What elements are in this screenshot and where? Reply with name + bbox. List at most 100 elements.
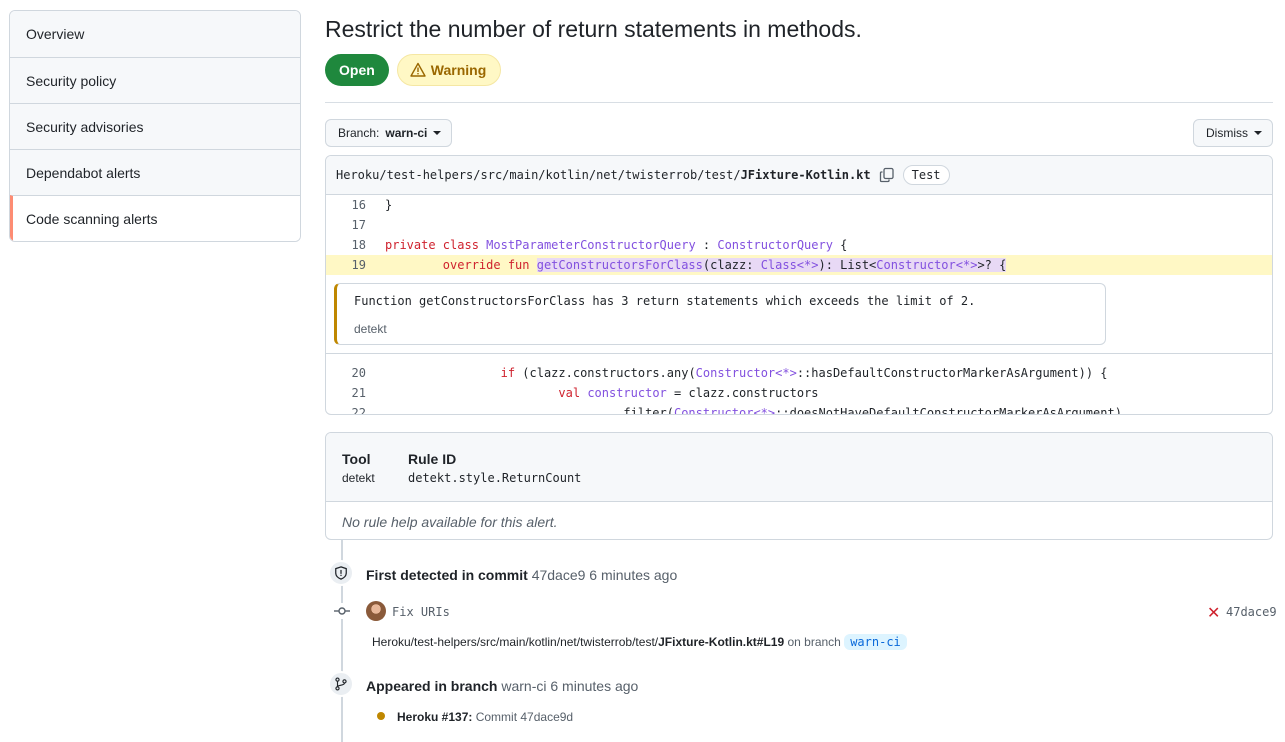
dismiss-button[interactable]: Dismiss	[1193, 119, 1273, 147]
branch-value: warn-ci	[385, 126, 428, 140]
line-source: if (clazz.constructors.any(Constructor<*…	[366, 366, 1108, 380]
code-text: >? {	[977, 258, 1007, 272]
sidebar-item-security-policy[interactable]: Security policy	[10, 57, 300, 103]
line-number: 16	[351, 198, 366, 212]
sidebar-item-code-scanning-alerts[interactable]: Code scanning alerts	[10, 195, 300, 241]
line-number: 17	[351, 218, 366, 232]
location-file[interactable]: JFixture-Kotlin.kt#L19	[658, 635, 784, 649]
branch-prefix: Branch:	[338, 126, 380, 140]
tool-value: detekt	[342, 471, 375, 485]
sidebar-item-dependabot-alerts[interactable]: Dependabot alerts	[10, 149, 300, 195]
status-dot-icon	[377, 712, 385, 720]
status-badge: Open	[325, 54, 389, 86]
ci-run: Heroku #137: Commit 47dace9d	[397, 710, 573, 724]
rule-id-value: detekt.style.ReturnCount	[408, 471, 582, 485]
type-name: Constructor<*>	[673, 406, 776, 415]
line-source: private class MostParameterConstructorQu…	[366, 238, 847, 252]
git-commit-icon	[334, 603, 350, 619]
alert-message-wrap: Function getConstructorsForClass has 3 r…	[326, 275, 1272, 354]
first-detected-detail[interactable]: 47dace9 6 minutes ago	[532, 567, 678, 583]
x-icon: ✕	[1207, 605, 1221, 622]
file-path-dir: Heroku/test-helpers/src/main/kotlin/net/…	[336, 168, 741, 182]
sidebar-item-label: Security policy	[26, 72, 117, 89]
variable-name: constructor	[587, 386, 667, 400]
page-title: Restrict the number of return statements…	[325, 16, 862, 42]
file-path[interactable]: Heroku/test-helpers/src/main/kotlin/net/…	[336, 168, 871, 182]
sidebar: Overview Security policy Security adviso…	[9, 10, 301, 242]
code-text: (clazz.constructors.any(	[515, 366, 696, 380]
line-number: 18	[351, 238, 366, 252]
commit-sha[interactable]: 47dace9	[1226, 605, 1277, 619]
keyword: val	[558, 386, 581, 400]
first-detected-event: First detected in commit 47dace9 6 minut…	[366, 567, 677, 583]
type-name: Class<*>	[760, 258, 819, 272]
code-text: :	[695, 238, 718, 252]
keyword: if	[500, 366, 516, 380]
code-line: 21 val constructor = clazz.constructors	[326, 383, 1272, 403]
ci-run-name[interactable]: Heroku #137:	[397, 710, 472, 724]
line-source: val constructor = clazz.constructors	[366, 386, 819, 400]
chevron-down-icon	[1254, 131, 1262, 135]
line-number: 20	[351, 366, 366, 380]
commit-message[interactable]: Fix URIs	[392, 605, 450, 619]
line-number: 22	[351, 406, 366, 415]
code-line: 18 private class MostParameterConstructor…	[326, 235, 1272, 255]
code-line: 22 .filter(Constructor<*>::doesNotHaveDe…	[326, 403, 1272, 415]
file-name: JFixture-Kotlin.kt	[740, 168, 871, 182]
keyword: override fun	[442, 258, 537, 272]
ci-run-commit: Commit 47dace9d	[475, 710, 574, 724]
appeared-in-branch-event: Appeared in branch warn-ci 6 minutes ago	[366, 678, 638, 694]
line-source: override fun getConstructorsForClass(cla…	[366, 258, 1007, 272]
on-branch-label: on branch	[787, 635, 841, 649]
sidebar-item-label: Code scanning alerts	[26, 210, 158, 227]
code-text: ::hasDefaultConstructorMarkerAsArgument)…	[796, 366, 1108, 380]
type-name: Constructor<*>	[695, 366, 797, 380]
function-name: getConstructorsForClass	[536, 258, 703, 272]
file-header: Heroku/test-helpers/src/main/kotlin/net/…	[326, 156, 1272, 195]
sidebar-item-label: Overview	[26, 26, 85, 42]
sidebar-item-overview[interactable]: Overview	[10, 11, 300, 57]
sidebar-item-security-advisories[interactable]: Security advisories	[10, 103, 300, 149]
alert-location: Heroku/test-helpers/src/main/kotlin/net/…	[372, 634, 907, 650]
rule-id-column: Rule ID detekt.style.ReturnCount	[408, 451, 581, 485]
line-number: 19	[351, 258, 366, 272]
line-source: .filter(Constructor<*>::doesNotHaveDefau…	[366, 406, 1122, 415]
alert-message-tool: detekt	[354, 322, 387, 336]
highlighted-code-line: 19 override fun getConstructorsForClass(…	[326, 255, 1272, 275]
code-line: 20 if (clazz.constructors.any(Constructo…	[326, 363, 1272, 383]
rule-id-header: Rule ID	[408, 451, 457, 467]
sidebar-item-label: Dependabot alerts	[26, 164, 141, 181]
location-path[interactable]: Heroku/test-helpers/src/main/kotlin/net/…	[372, 635, 658, 649]
code-text: = clazz.constructors	[666, 386, 819, 400]
copy-icon[interactable]	[879, 167, 895, 183]
branch-tag[interactable]: warn-ci	[844, 634, 907, 650]
type-name: Constructor<*>	[876, 258, 978, 272]
keyword: private class	[385, 238, 487, 252]
first-detected-label: First detected in commit	[366, 567, 528, 583]
shield-icon	[328, 560, 354, 586]
line-source: }	[385, 198, 393, 212]
code-text: (clazz:	[702, 258, 761, 272]
branch-select-button[interactable]: Branch: warn-ci	[325, 119, 453, 147]
rule-details: Tool detekt Rule ID detekt.style.ReturnC…	[325, 432, 1273, 540]
code-text: ::doesNotHaveDefaultConstructorMarkerAsA…	[775, 406, 1122, 415]
appeared-detail: warn-ci 6 minutes ago	[501, 678, 639, 694]
divider	[325, 102, 1273, 103]
code-line: 16}	[326, 195, 1272, 215]
avatar[interactable]	[366, 601, 386, 621]
class-name: ConstructorQuery	[717, 238, 833, 252]
code-line: 17	[326, 215, 1272, 235]
rule-help-text: No rule help available for this alert.	[342, 514, 558, 530]
sidebar-item-label: Security advisories	[26, 118, 144, 135]
file-tag: Test	[902, 165, 950, 185]
code-snippet: Heroku/test-helpers/src/main/kotlin/net/…	[325, 155, 1273, 415]
git-branch-icon	[328, 671, 354, 697]
tool-column: Tool detekt	[342, 451, 375, 485]
line-number: 21	[351, 386, 366, 400]
class-name: MostParameterConstructorQuery	[486, 238, 696, 252]
tool-header: Tool	[342, 451, 371, 467]
